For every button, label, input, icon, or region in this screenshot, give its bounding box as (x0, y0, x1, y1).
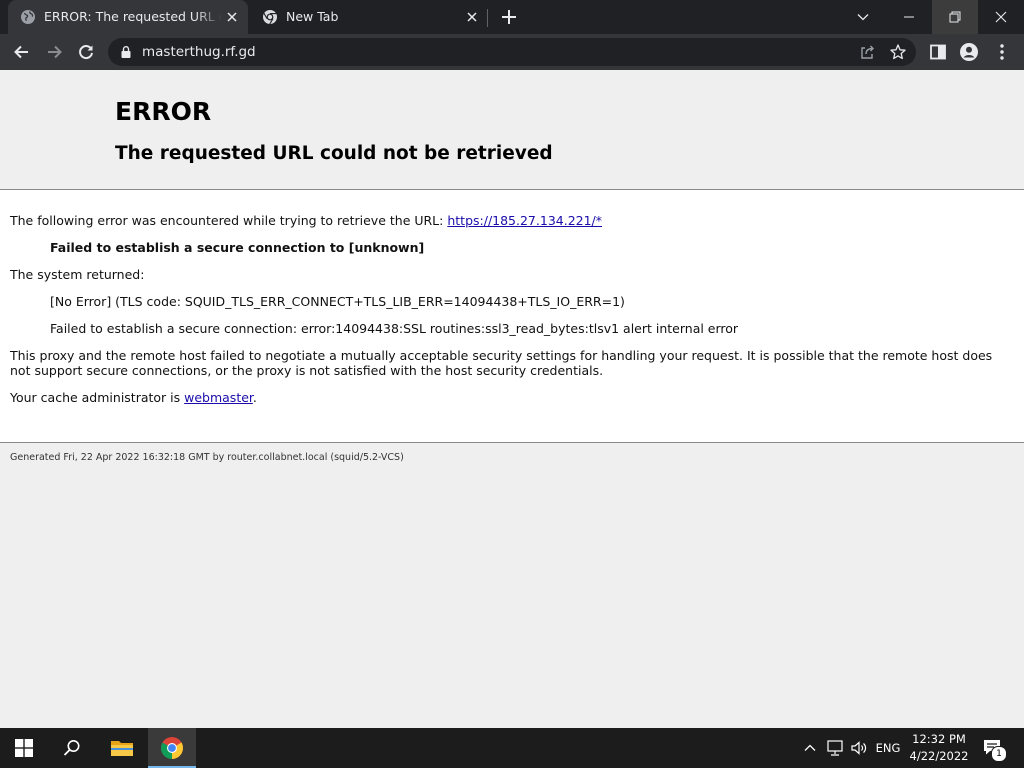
browser-toolbar: masterthug.rf.gd (0, 34, 1024, 70)
notification-badge: 1 (991, 746, 1007, 762)
tab-title: ERROR: The requested URL could not be re… (44, 9, 222, 24)
clock-time: 12:32 PM (912, 732, 966, 746)
chrome-icon (263, 10, 277, 25)
error-content: The following error was encountered whil… (0, 190, 1024, 443)
error-header: ERROR The requested URL could not be ret… (0, 70, 1024, 190)
tab-new-tab[interactable]: New Tab (250, 0, 488, 34)
start-button[interactable] (0, 728, 48, 768)
address-bar[interactable]: masterthug.rf.gd (108, 38, 916, 66)
admin-text: Your cache administrator is webmaster. (10, 390, 257, 406)
notification-center-button[interactable]: 1 (980, 737, 1007, 762)
clock[interactable]: 12:32 PM 4/22/2022 (906, 732, 972, 766)
search-icon (63, 740, 80, 756)
ssl-detail-text: Failed to establish a secure connection:… (50, 321, 739, 336)
folder-icon (111, 741, 133, 756)
page-subtitle: The requested URL could not be retrieved (115, 143, 553, 164)
windows-taskbar: ENG 12:32 PM 4/22/2022 1 (0, 728, 1024, 768)
system-returned-label: The system returned: (10, 267, 145, 282)
volume-icon[interactable] (850, 739, 868, 757)
error-url-link[interactable]: https://185.27.134.221/* (447, 213, 602, 228)
new-tab-plus-icon[interactable] (499, 7, 519, 27)
admin-prefix: Your cache administrator is (10, 390, 185, 405)
page-title: ERROR (115, 97, 212, 126)
chevron-up-icon[interactable] (803, 741, 817, 755)
tab-separator (487, 9, 488, 27)
lock-icon[interactable] (119, 45, 133, 59)
network-icon[interactable] (826, 739, 844, 757)
close-tab-icon[interactable] (224, 9, 240, 25)
minimize-icon (904, 16, 914, 18)
reload-icon[interactable] (76, 42, 96, 62)
browser-tab-strip: ERROR: The requested URL could not be re… (0, 0, 1024, 34)
tab-title: New Tab (286, 9, 339, 24)
intro-label: The following error was encountered whil… (10, 213, 448, 228)
globe-icon (21, 10, 35, 24)
generated-footer: Generated Fri, 22 Apr 2022 16:32:18 GMT … (10, 452, 404, 463)
web-page: ERROR The requested URL could not be ret… (0, 70, 1024, 728)
search-button[interactable] (48, 728, 96, 768)
error-message: Failed to establish a secure connection … (50, 240, 425, 255)
restore-icon (949, 11, 961, 23)
close-tab-icon[interactable] (464, 9, 480, 25)
explanation-text: This proxy and the remote host failed to… (10, 348, 993, 378)
tab-error-page[interactable]: ERROR: The requested URL could not be re… (8, 0, 248, 34)
minimize-button[interactable] (886, 0, 932, 34)
bookmark-star-icon[interactable] (889, 43, 907, 61)
profile-avatar-icon[interactable] (959, 42, 979, 62)
share-icon[interactable] (858, 43, 876, 61)
url-text[interactable]: masterthug.rf.gd (142, 44, 256, 60)
file-explorer-button[interactable] (98, 728, 146, 768)
webmaster-link[interactable]: webmaster (184, 390, 253, 405)
back-arrow-icon[interactable] (12, 42, 32, 62)
close-icon (995, 11, 1007, 23)
clock-date: 4/22/2022 (909, 749, 969, 763)
side-panel-icon[interactable] (928, 42, 948, 62)
forward-arrow-icon[interactable] (44, 42, 64, 62)
restore-button[interactable] (932, 0, 978, 34)
tab-search-button[interactable] (846, 0, 880, 34)
chrome-logo-icon (161, 737, 183, 759)
admin-suffix: . (252, 390, 257, 405)
more-menu-icon[interactable] (992, 42, 1012, 62)
tls-code-text: [No Error] (TLS code: SQUID_TLS_ERR_CONN… (50, 294, 625, 309)
close-window-button[interactable] (978, 0, 1024, 34)
chevron-down-icon (857, 14, 869, 21)
language-indicator[interactable]: ENG (874, 741, 902, 755)
intro-text: The following error was encountered whil… (10, 213, 602, 229)
chrome-taskbar-button[interactable] (148, 728, 196, 768)
windows-logo-icon (15, 739, 33, 757)
